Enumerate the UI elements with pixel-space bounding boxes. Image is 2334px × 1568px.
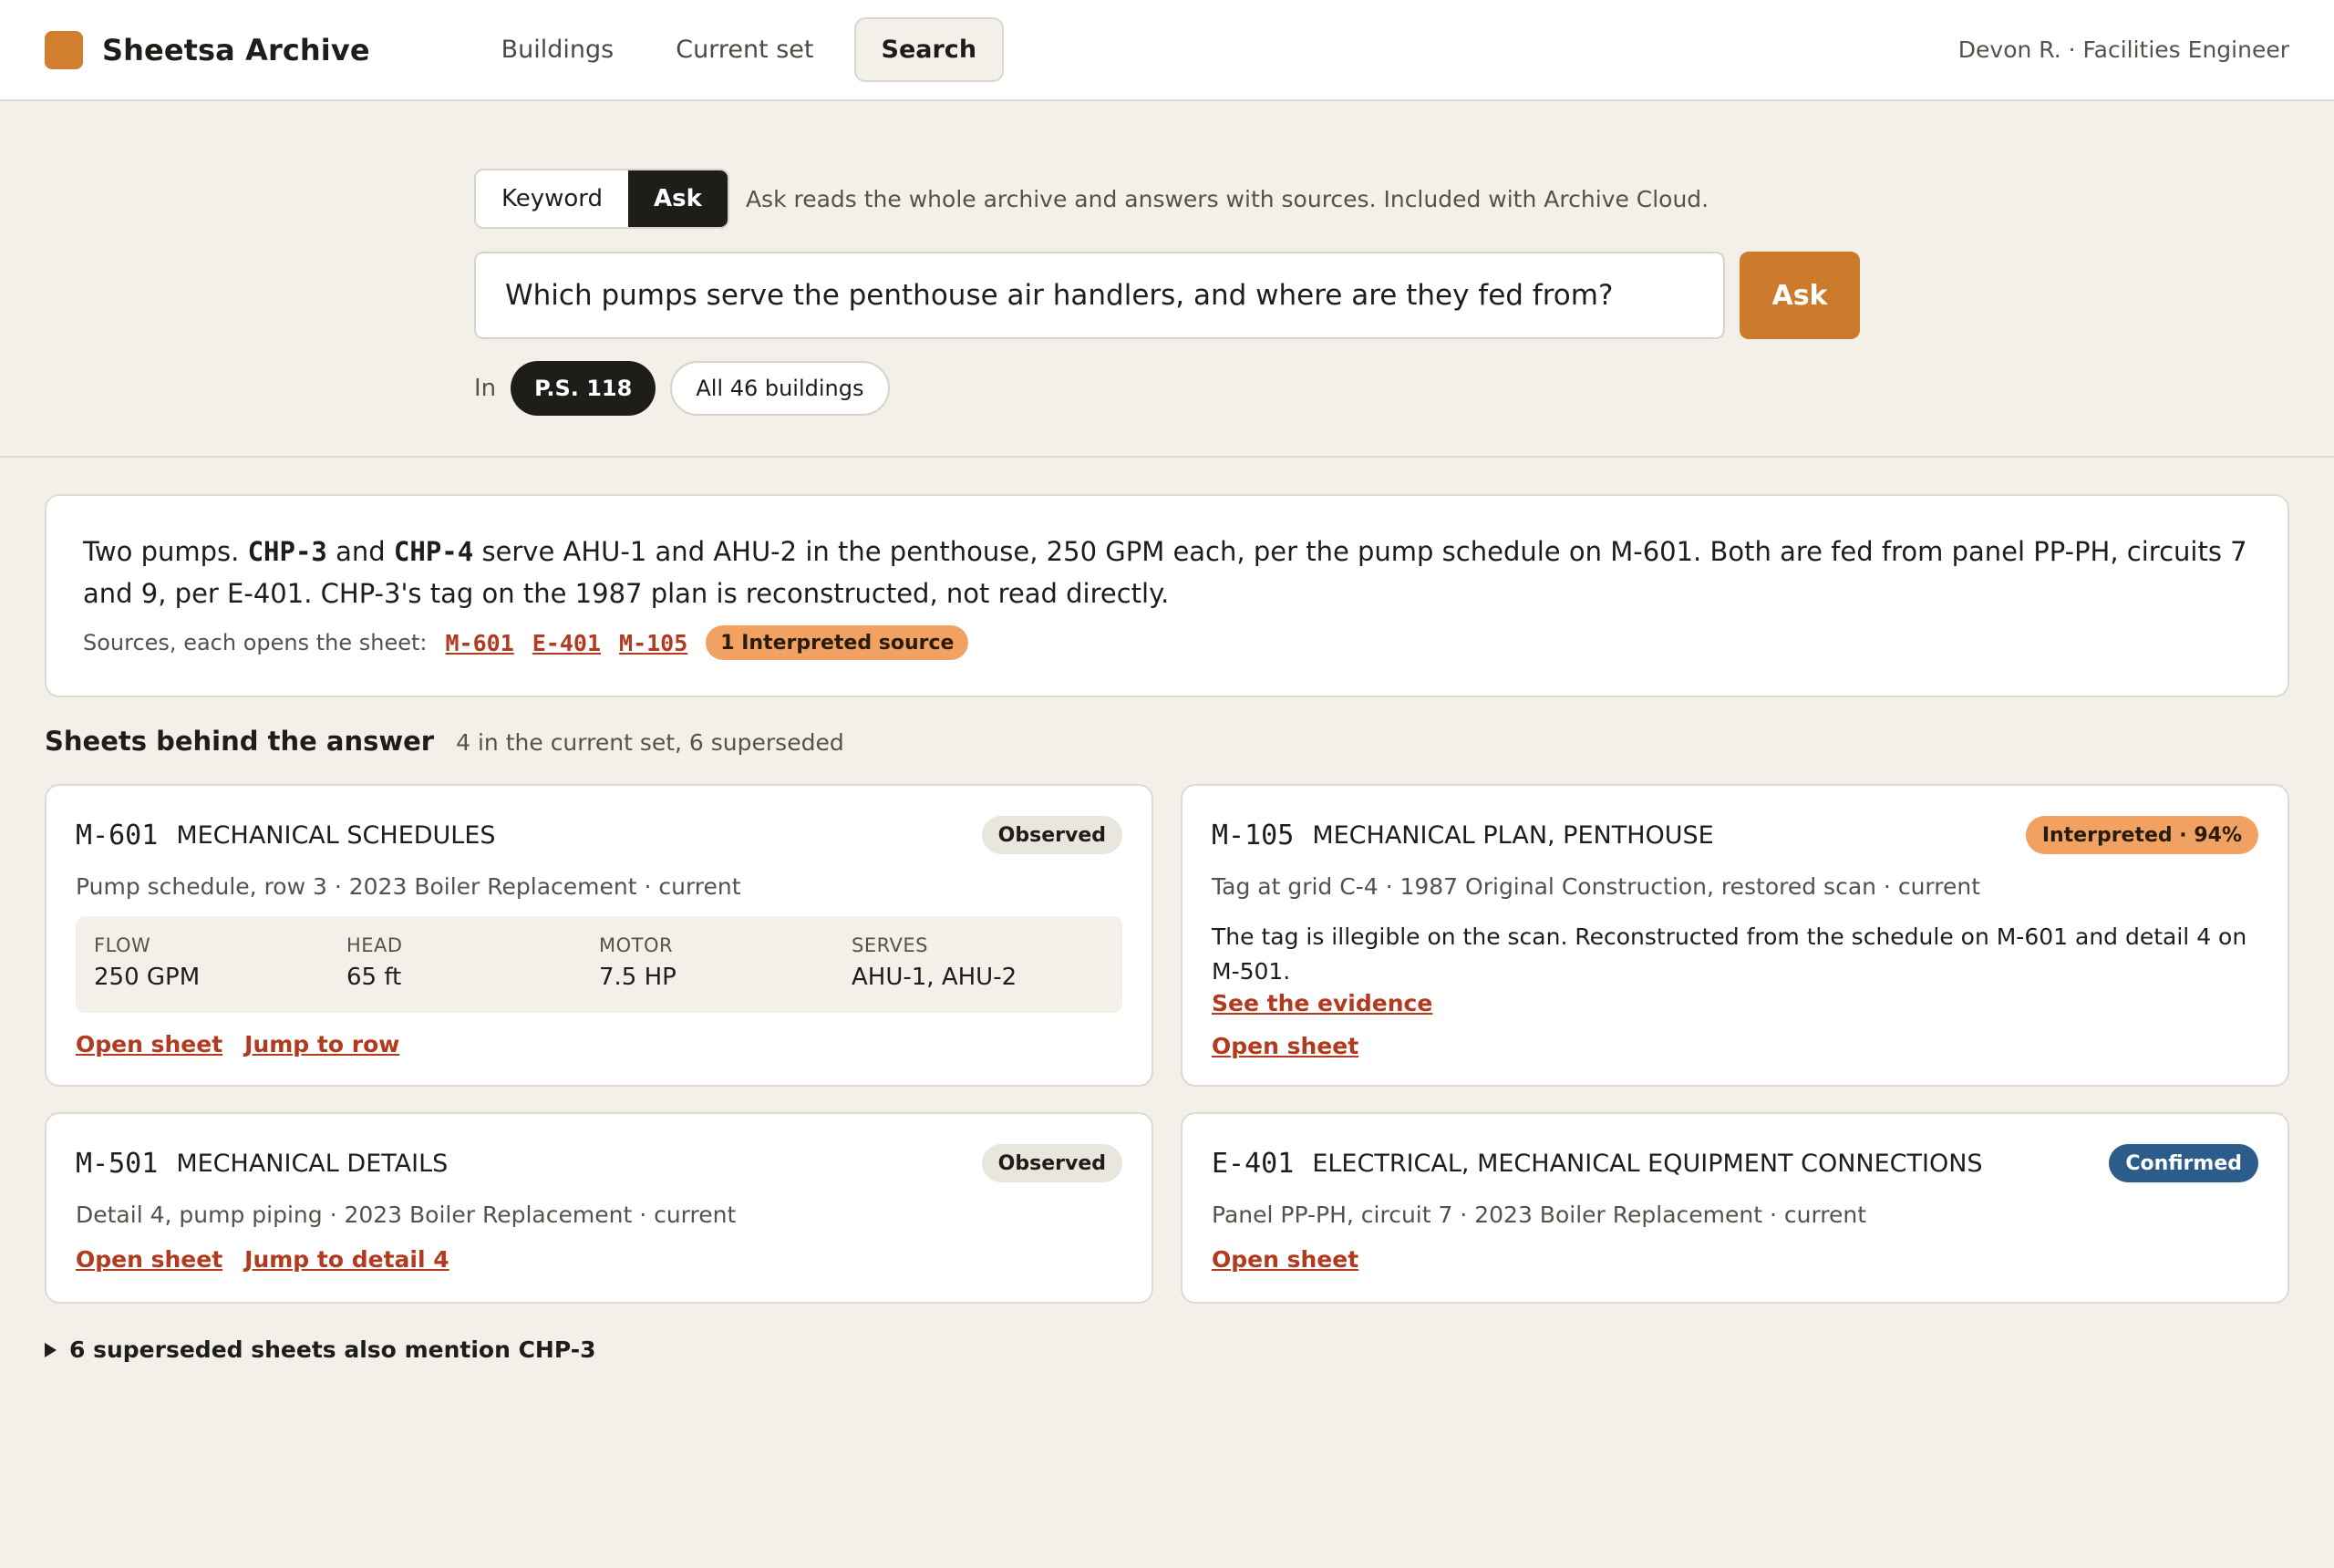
mode-keyword-button[interactable]: Keyword: [476, 170, 628, 227]
open-sheet-link[interactable]: Open sheet: [76, 1246, 222, 1273]
main-nav: Buildings Current set Search: [480, 17, 1022, 82]
top-bar: Sheetsa Archive Buildings Current set Se…: [0, 0, 2334, 101]
sheet-meta: Panel PP-PH, circuit 7 · 2023 Boiler Rep…: [1212, 1202, 1867, 1228]
status-badge: Observed: [981, 1144, 1122, 1182]
nav-item-search[interactable]: Search: [853, 17, 1005, 82]
tag-chp-3: CHP-3: [247, 536, 327, 567]
prop-label: FLOW: [94, 934, 151, 956]
sheet-code: E-401: [1212, 1147, 1295, 1180]
prop-label: MOTOR: [599, 934, 674, 956]
prop-motor: MOTOR 7.5 HP: [599, 934, 852, 1013]
prop-value: AHU-1, AHU-2: [852, 964, 1017, 991]
mode-ask-button[interactable]: Ask: [628, 170, 728, 227]
sheet-meta: Tag at grid C-4 · 1987 Original Construc…: [1212, 873, 1981, 900]
source-link-m601[interactable]: M-601: [445, 630, 513, 656]
prop-flow: FLOW 250 GPM: [94, 934, 346, 1013]
prop-label: HEAD: [346, 934, 403, 956]
sheet-card-m501: M-501 MECHANICAL DETAILS Observed Detail…: [45, 1112, 1153, 1304]
open-sheet-link[interactable]: Open sheet: [1212, 1246, 1358, 1273]
tag-chp-4: CHP-4: [393, 536, 474, 567]
sheet-card-m105: M-105 MECHANICAL PLAN, PENTHOUSE Interpr…: [1181, 784, 2289, 1087]
disclosure-triangle-icon: [45, 1342, 57, 1357]
sheet-meta: Pump schedule, row 3 · 2023 Boiler Repla…: [76, 873, 741, 900]
user-label[interactable]: Devon R. · Facilities Engineer: [1958, 36, 2289, 63]
status-badge: Interpreted · 94%: [2025, 816, 2258, 854]
section-subtitle: 4 in the current set, 6 superseded: [456, 729, 844, 756]
nav-item-current-set[interactable]: Current set: [654, 17, 835, 82]
description-text: The tag is illegible on the scan. Recons…: [1212, 923, 2247, 985]
search-mode-row: Keyword Ask Ask reads the whole archive …: [474, 169, 1709, 229]
sheet-code: M-501: [76, 1147, 159, 1180]
status-badge: Confirmed: [2109, 1144, 2258, 1182]
prop-head: HEAD 65 ft: [346, 934, 599, 1013]
prop-value: 65 ft: [346, 964, 402, 991]
answer-text: Two pumps. CHP-3 and CHP-4 serve AHU-1 a…: [83, 531, 2251, 614]
answer-part-1: Two pumps.: [83, 536, 240, 567]
open-sheet-link[interactable]: Open sheet: [76, 1031, 222, 1057]
answer-card: Two pumps. CHP-3 and CHP-4 serve AHU-1 a…: [45, 494, 2289, 697]
sheets-section-header: Sheets behind the answer 4 in the curren…: [45, 726, 844, 757]
superseded-label: 6 superseded sheets also mention CHP-3: [69, 1336, 596, 1363]
prop-value: 7.5 HP: [599, 964, 676, 991]
sheet-card-e401: E-401 ELECTRICAL, MECHANICAL EQUIPMENT C…: [1181, 1112, 2289, 1304]
superseded-disclosure[interactable]: 6 superseded sheets also mention CHP-3: [45, 1336, 596, 1363]
open-sheet-link[interactable]: Open sheet: [1212, 1033, 1358, 1059]
jump-to-detail-link[interactable]: Jump to detail 4: [244, 1246, 449, 1273]
sheet-title: MECHANICAL DETAILS: [176, 1149, 449, 1178]
search-input[interactable]: Which pumps serve the penthouse air hand…: [474, 252, 1725, 339]
scope-row: In P.S. 118 All 46 buildings: [474, 361, 904, 416]
sheet-meta: Detail 4, pump piping · 2023 Boiler Repl…: [76, 1202, 737, 1228]
sheet-code: M-601: [76, 819, 159, 851]
sources-row: Sources, each opens the sheet: M-601 E-4…: [83, 625, 2251, 660]
mode-note: Ask reads the whole archive and answers …: [745, 185, 1709, 212]
sheet-title: MECHANICAL PLAN, PENTHOUSE: [1312, 820, 1714, 850]
sheet-title: MECHANICAL SCHEDULES: [176, 820, 496, 850]
sheet-code: M-105: [1212, 819, 1295, 851]
source-link-m105[interactable]: M-105: [619, 630, 687, 656]
prop-serves: SERVES AHU-1, AHU-2: [852, 934, 1104, 1013]
ask-button[interactable]: Ask: [1740, 252, 1860, 339]
interpreted-source-badge[interactable]: 1 Interpreted source: [706, 625, 969, 660]
brand-logo-icon: [45, 30, 83, 69]
prop-value: 250 GPM: [94, 964, 201, 991]
brand[interactable]: Sheetsa Archive: [45, 30, 370, 69]
scope-chip-all-buildings[interactable]: All 46 buildings: [670, 361, 890, 416]
sheet-card-m601: M-601 MECHANICAL SCHEDULES Observed Pump…: [45, 784, 1153, 1087]
status-badge: Observed: [981, 816, 1122, 854]
jump-to-row-link[interactable]: Jump to row: [244, 1031, 399, 1057]
source-link-e401[interactable]: E-401: [532, 630, 601, 656]
brand-name: Sheetsa Archive: [102, 32, 370, 67]
see-evidence-link[interactable]: See the evidence: [1212, 989, 2236, 1018]
scope-chip-ps118[interactable]: P.S. 118: [511, 361, 656, 416]
section-title: Sheets behind the answer: [45, 726, 435, 757]
search-mode-toggle: Keyword Ask: [474, 169, 729, 229]
prop-label: SERVES: [852, 934, 929, 956]
nav-item-buildings[interactable]: Buildings: [480, 17, 636, 82]
sheet-description: The tag is illegible on the scan. Recons…: [1212, 920, 2258, 1018]
scope-label: In: [474, 375, 497, 402]
answer-part-2: and: [336, 536, 386, 567]
sheet-title: ELECTRICAL, MECHANICAL EQUIPMENT CONNECT…: [1312, 1149, 1983, 1178]
pump-properties: FLOW 250 GPM HEAD 65 ft MOTOR 7.5 HP SER…: [76, 916, 1122, 1013]
sources-label: Sources, each opens the sheet:: [83, 630, 428, 655]
